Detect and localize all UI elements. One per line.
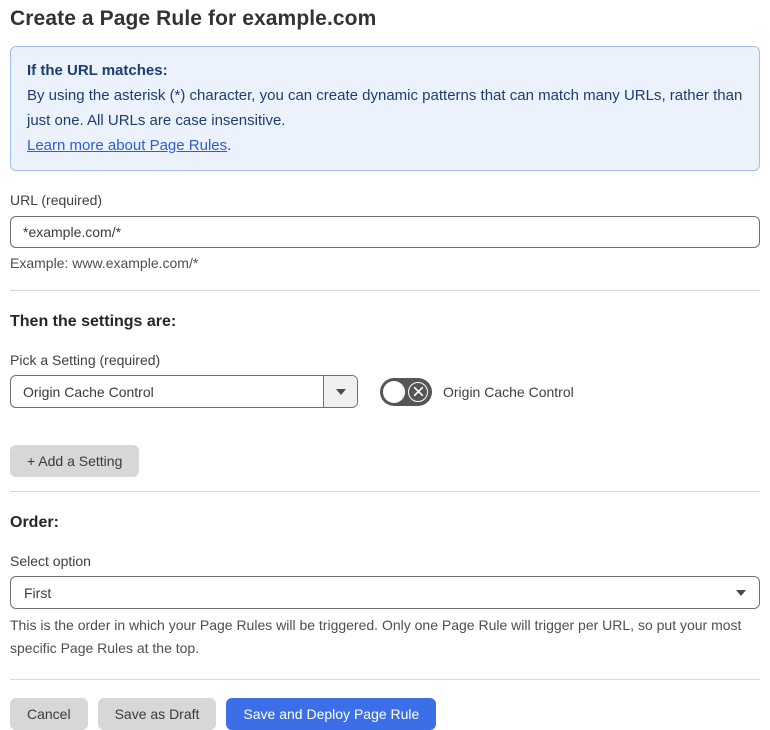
setting-picker-row: Origin Cache Control Origin Cache Contro… (10, 375, 760, 408)
toggle-label: Origin Cache Control (443, 383, 574, 400)
order-select-value: First (24, 584, 52, 601)
setting-select-value: Origin Cache Control (23, 383, 154, 400)
url-example-hint: Example: www.example.com/* (10, 255, 199, 271)
toggle-knob (383, 380, 405, 403)
info-box-link-line: Learn more about Page Rules. (27, 133, 743, 158)
url-field-label: URL (required) (10, 192, 103, 208)
order-section-heading: Order: (10, 514, 59, 531)
chevron-down-icon (335, 388, 346, 395)
setting-select-arrow-button[interactable] (323, 376, 357, 407)
setting-select[interactable]: Origin Cache Control (10, 375, 358, 408)
order-help-text: This is the order in which your Page Rul… (10, 617, 742, 656)
order-select[interactable]: First (10, 576, 760, 609)
add-setting-button[interactable]: + Add a Setting (10, 445, 140, 477)
link-suffix: . (227, 137, 232, 154)
settings-section-heading: Then the settings are: (10, 313, 177, 330)
page-title: Create a Page Rule for example.com (10, 7, 377, 30)
footer-actions: Cancel Save as Draft Save and Deploy Pag… (10, 698, 760, 730)
divider (10, 290, 760, 291)
divider (10, 491, 760, 492)
learn-more-link[interactable]: Learn more about Page Rules (27, 137, 227, 154)
url-match-info-box: If the URL matches: By using the asteris… (10, 46, 760, 171)
cancel-button[interactable]: Cancel (10, 698, 88, 730)
origin-cache-control-toggle[interactable] (380, 377, 432, 406)
chevron-down-icon (736, 589, 746, 596)
pick-setting-label: Pick a Setting (required) (10, 352, 161, 368)
save-and-deploy-button[interactable]: Save and Deploy Page Rule (226, 698, 437, 730)
url-input[interactable] (10, 216, 760, 248)
save-as-draft-button[interactable]: Save as Draft (97, 698, 217, 730)
info-box-heading: If the URL matches: (27, 62, 168, 79)
order-select-label: Select option (10, 553, 91, 569)
toggle-off-x-icon (408, 381, 428, 402)
divider (10, 679, 760, 680)
info-box-body: By using the asterisk (*) character, you… (27, 87, 743, 129)
